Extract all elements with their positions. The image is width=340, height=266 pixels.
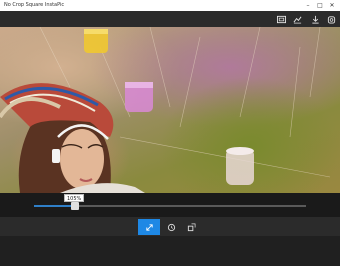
title-bar: No Crop Square InstaPic – □ ✕ xyxy=(0,0,340,11)
pink-jar xyxy=(125,82,153,112)
photo-canvas[interactable] xyxy=(0,27,340,193)
fit-icon[interactable] xyxy=(138,219,160,235)
zoom-tooltip: 105% xyxy=(64,194,85,202)
close-icon[interactable]: ✕ xyxy=(326,0,338,11)
share-icon[interactable] xyxy=(326,14,336,24)
top-toolbar xyxy=(0,11,340,27)
window-title: No Crop Square InstaPic xyxy=(4,2,65,8)
download-icon[interactable] xyxy=(310,14,320,24)
zoom-slider-area: 105% xyxy=(0,193,340,217)
adjust-icon[interactable] xyxy=(292,14,302,24)
bottom-toolbar xyxy=(0,217,340,236)
empty-panel xyxy=(0,236,340,266)
zoom-slider-thumb[interactable] xyxy=(71,202,79,210)
yellow-jar xyxy=(84,29,108,53)
rotate-icon[interactable] xyxy=(160,219,182,235)
zoom-slider-fill xyxy=(34,205,75,207)
image-size-icon[interactable] xyxy=(276,14,286,24)
photo-image xyxy=(0,27,331,193)
maximize-icon[interactable]: □ xyxy=(314,0,326,11)
clear-jar xyxy=(226,147,254,185)
crop-icon[interactable] xyxy=(180,219,202,235)
minimize-icon[interactable]: – xyxy=(302,0,314,11)
